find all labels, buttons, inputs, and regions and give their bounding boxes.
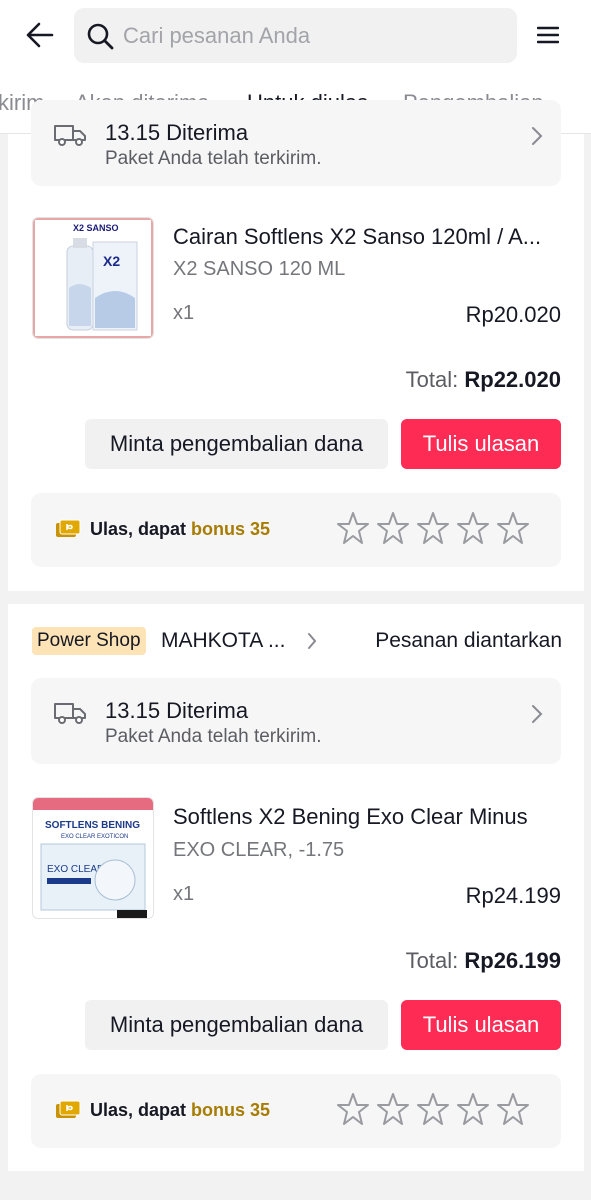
star-1-icon[interactable] [337, 511, 369, 545]
product-thumbnail[interactable]: SOFTLENS BENING EXO CLEAR EXOTICON EXO C… [32, 797, 154, 919]
thumb-title-text: SOFTLENS BENING [45, 820, 140, 831]
product-image: SOFTLENS BENING EXO CLEAR EXOTICON EXO C… [33, 798, 153, 918]
arrow-left-icon [26, 22, 54, 48]
product-variant: EXO CLEAR, -1.75 [173, 839, 345, 861]
search-icon [87, 23, 114, 50]
order-total: Total: Rp26.199 [406, 948, 561, 974]
thumb-brand-text: X2 SANSO [73, 223, 119, 233]
refund-request-button[interactable]: Minta pengembalian dana [85, 419, 388, 469]
write-review-button[interactable]: Tulis ulasan [401, 419, 561, 469]
refund-request-button[interactable]: Minta pengembalian dana [85, 1000, 388, 1050]
star-rating [337, 511, 529, 545]
star-4-icon[interactable] [457, 1092, 489, 1126]
star-3-icon[interactable] [417, 511, 449, 545]
review-bonus-box[interactable]: Ulas, dapat bonus 35 [31, 1074, 561, 1148]
review-bonus-text: Ulas, dapat bonus 35 [90, 1100, 271, 1120]
product-name[interactable]: Cairan Softlens X2 Sanso 120ml / A... [173, 224, 561, 250]
star-3-icon[interactable] [417, 1092, 449, 1126]
coin-reward-icon [56, 519, 81, 537]
order-card: Power Shop MAHKOTA ... Pesanan diantarka… [8, 604, 584, 1171]
chevron-right-icon [532, 127, 543, 145]
product-thumbnail[interactable]: X2 SANSO X2 [32, 217, 154, 339]
total-label: Total: [405, 948, 459, 973]
review-bonus-text: Ulas, dapat bonus 35 [90, 519, 271, 539]
power-shop-badge: Power Shop [32, 627, 146, 655]
review-bonus-box[interactable]: Ulas, dapat bonus 35 [31, 493, 561, 567]
back-button[interactable] [22, 19, 58, 51]
star-5-icon[interactable] [497, 1092, 529, 1126]
chevron-right-icon [532, 705, 543, 723]
star-4-icon[interactable] [457, 511, 489, 545]
product-image: X2 SANSO X2 [33, 218, 153, 338]
product-quantity: x1 [173, 883, 195, 905]
star-2-icon[interactable] [377, 511, 409, 545]
star-5-icon[interactable] [497, 511, 529, 545]
total-value: Rp26.199 [464, 948, 561, 973]
shop-row[interactable]: Power Shop MAHKOTA ... Pesanan diantarka… [32, 627, 562, 657]
delivery-status-box[interactable]: 13.15 Diterima Paket Anda telah terkirim… [31, 100, 561, 186]
delivery-title: 13.15 Diterima [105, 120, 249, 145]
top-bar [0, 0, 591, 70]
product-name[interactable]: Softlens X2 Bening Exo Clear Minus [173, 804, 561, 830]
truck-icon [54, 125, 86, 146]
order-total: Total: Rp22.020 [406, 367, 561, 393]
search-input[interactable] [123, 8, 503, 63]
coin-reward-icon [56, 1100, 81, 1118]
truck-icon [54, 703, 86, 724]
thumb-subtitle-text: EXO CLEAR EXOTICON [61, 834, 128, 840]
search-bar[interactable] [74, 8, 517, 63]
write-review-button[interactable]: Tulis ulasan [401, 1000, 561, 1050]
total-value: Rp22.020 [464, 367, 561, 392]
product-quantity: x1 [173, 302, 195, 324]
product-price: Rp20.020 [465, 302, 561, 327]
order-card: 13.15 Diterima Paket Anda telah terkirim… [8, 100, 584, 591]
delivery-subtitle: Paket Anda telah terkirim. [105, 726, 322, 747]
star-1-icon[interactable] [337, 1092, 369, 1126]
shop-name[interactable]: MAHKOTA ... [161, 629, 285, 653]
total-label: Total: [405, 367, 459, 392]
hamburger-menu-icon [537, 26, 559, 44]
star-2-icon[interactable] [377, 1092, 409, 1126]
delivery-status-box[interactable]: 13.15 Diterima Paket Anda telah terkirim… [31, 678, 561, 764]
product-price: Rp24.199 [465, 883, 561, 908]
delivery-subtitle: Paket Anda telah terkirim. [105, 148, 322, 169]
svg-text:X2: X2 [103, 253, 120, 269]
delivery-title: 13.15 Diterima [105, 698, 249, 723]
order-status: Pesanan diantarkan [375, 629, 562, 652]
star-rating [337, 1092, 529, 1126]
menu-button[interactable] [533, 22, 563, 48]
product-variant: X2 SANSO 120 ML [173, 258, 346, 280]
chevron-right-icon [308, 633, 317, 649]
